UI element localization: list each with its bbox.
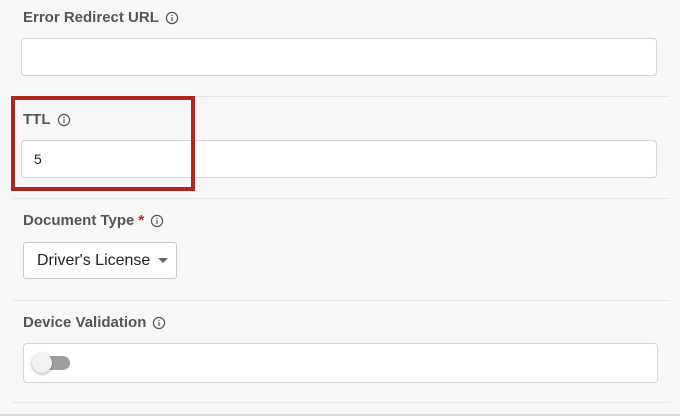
ttl-section: TTL (12, 97, 670, 199)
device-validation-toggle-container (23, 343, 658, 383)
info-icon[interactable] (57, 113, 71, 127)
info-icon[interactable] (150, 214, 164, 228)
document-type-section: Document Type * Driver's License (12, 199, 670, 301)
document-type-selected-value: Driver's License (37, 251, 151, 269)
info-icon[interactable] (152, 316, 166, 330)
ttl-label: TTL (23, 111, 71, 128)
device-validation-toggle[interactable] (32, 353, 70, 373)
device-validation-section: Device Validation (12, 301, 670, 403)
device-validation-label-text: Device Validation (23, 314, 147, 331)
document-type-select[interactable]: Driver's License (23, 242, 177, 279)
device-validation-label: Device Validation (23, 314, 166, 331)
toggle-thumb[interactable] (32, 353, 52, 373)
required-marker: * (138, 212, 145, 229)
ttl-label-text: TTL (23, 111, 51, 128)
document-type-label: Document Type * (23, 212, 164, 229)
settings-form: Error Redirect URL TTL Document Type * D… (0, 0, 680, 416)
caret-down-icon (158, 258, 169, 263)
info-icon[interactable] (165, 11, 179, 25)
ttl-input[interactable] (21, 140, 657, 178)
error-redirect-section: Error Redirect URL (12, 0, 670, 97)
document-type-label-text: Document Type (23, 212, 135, 229)
error-redirect-label-text: Error Redirect URL (23, 9, 159, 26)
error-redirect-label: Error Redirect URL (23, 9, 179, 26)
error-redirect-url-input[interactable] (21, 38, 657, 76)
